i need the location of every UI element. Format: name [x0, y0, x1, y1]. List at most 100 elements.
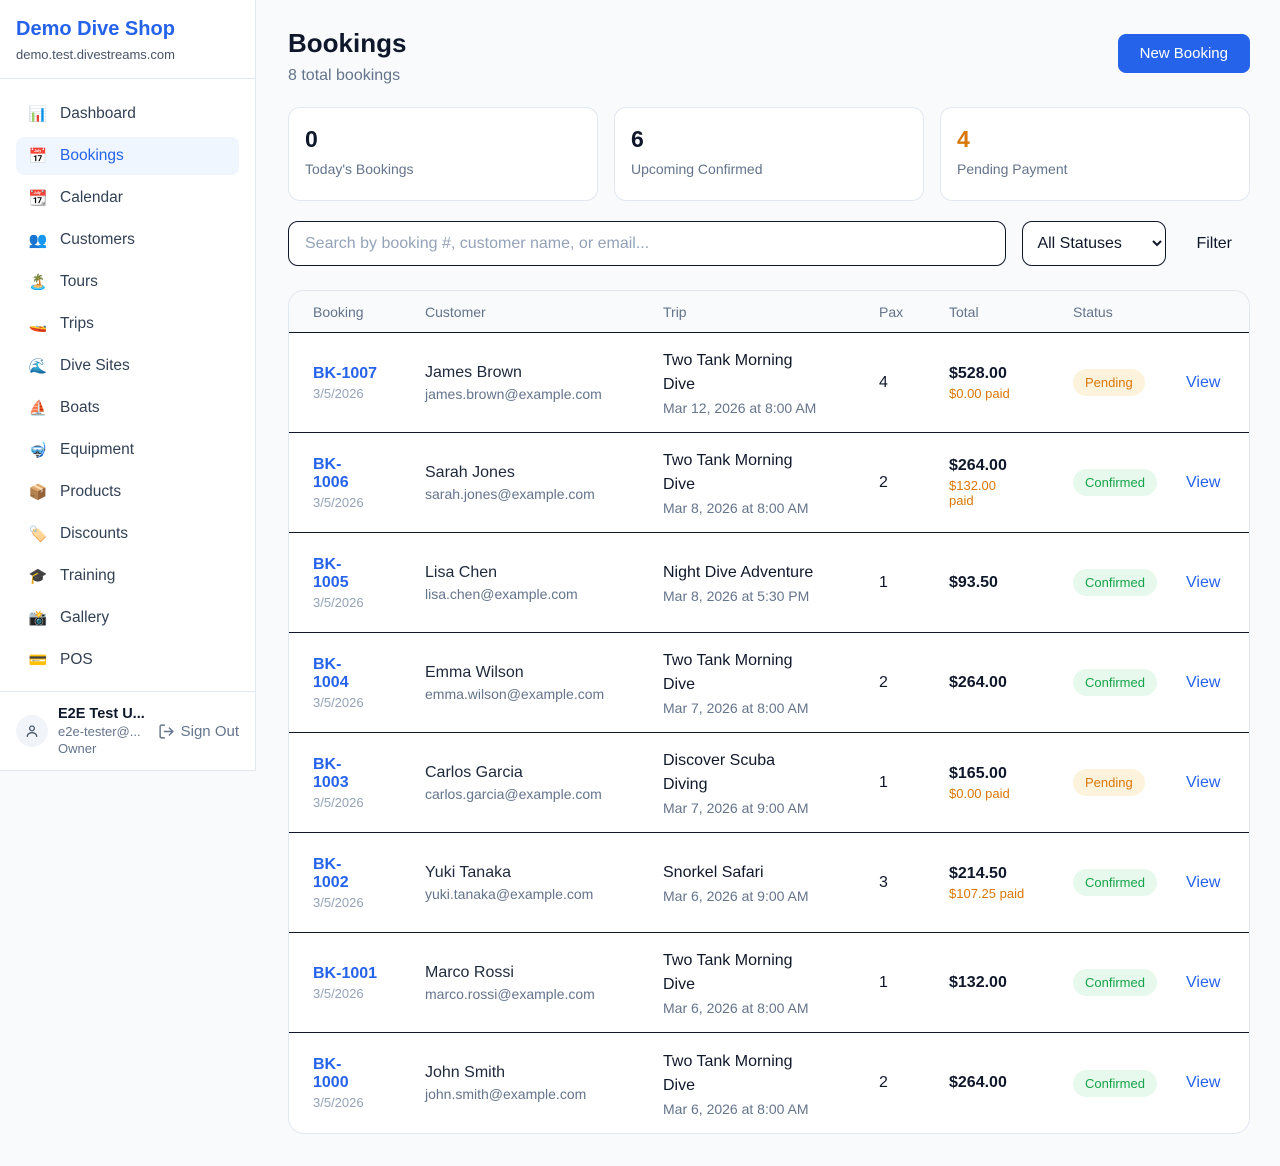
sidebar-item-gallery[interactable]: 📸 Gallery: [16, 599, 239, 637]
trip-name: Two Tank Morning Dive: [663, 449, 879, 497]
sidebar-item-label: Tours: [60, 273, 98, 291]
total-amount: $93.50: [949, 574, 1073, 592]
booking-number-link[interactable]: BK- 1004: [313, 656, 349, 692]
column-header-booking: Booking: [313, 304, 425, 320]
customer-email: emma.wilson@example.com: [425, 686, 663, 702]
bar-chart-icon: 📊: [28, 105, 48, 123]
trip-name: Snorkel Safari: [663, 861, 879, 885]
amount-paid: $0.00 paid: [949, 386, 1073, 401]
actions-cell: View: [1186, 474, 1225, 492]
customer-name: Marco Rossi: [425, 964, 663, 982]
status-cell: Pending: [1073, 769, 1186, 796]
sidebar-item-customers[interactable]: 👥 Customers: [16, 221, 239, 259]
actions-cell: View: [1186, 374, 1225, 392]
table-row: BK-1007 3/5/2026 James Brown james.brown…: [289, 333, 1249, 433]
column-header-pax: Pax: [879, 304, 949, 320]
sidebar-item-products[interactable]: 📦 Products: [16, 473, 239, 511]
customer-email: lisa.chen@example.com: [425, 586, 663, 602]
camera-icon: 📸: [28, 609, 48, 627]
total-cell: $165.00 $0.00 paid: [949, 765, 1073, 801]
table-row: BK- 1004 3/5/2026 Emma Wilson emma.wilso…: [289, 633, 1249, 733]
total-amount: $264.00: [949, 1074, 1073, 1092]
view-link[interactable]: View: [1186, 774, 1220, 791]
view-link[interactable]: View: [1186, 1074, 1220, 1091]
view-link[interactable]: View: [1186, 574, 1220, 591]
pax-value: 3: [879, 874, 949, 892]
page-header-text: Bookings 8 total bookings: [288, 28, 406, 85]
booking-cell: BK- 1005 3/5/2026: [313, 556, 425, 610]
trip-date: Mar 6, 2026 at 8:00 AM: [663, 1000, 879, 1016]
page-title: Bookings: [288, 28, 406, 59]
total-amount: $264.00: [949, 674, 1073, 692]
sidebar-item-label: Calendar: [60, 189, 123, 207]
customer-email: james.brown@example.com: [425, 386, 663, 402]
sidebar-item-discounts[interactable]: 🏷️ Discounts: [16, 515, 239, 553]
total-cell: $132.00: [949, 974, 1073, 992]
brand-name: Demo Dive Shop: [16, 18, 239, 41]
customer-name: Emma Wilson: [425, 664, 663, 682]
sidebar-item-calendar[interactable]: 📆 Calendar: [16, 179, 239, 217]
booking-number-link[interactable]: BK- 1002: [313, 856, 349, 892]
sidebar-item-pos[interactable]: 💳 POS: [16, 641, 239, 679]
brand-block: Demo Dive Shop demo.test.divestreams.com: [0, 0, 255, 79]
sidebar-item-tours[interactable]: 🏝️ Tours: [16, 263, 239, 301]
amount-paid: $132.00 paid: [949, 478, 1073, 508]
status-cell: Pending: [1073, 369, 1186, 396]
pax-value: 1: [879, 774, 949, 792]
filter-button[interactable]: Filter: [1196, 235, 1232, 253]
trip-name: Two Tank Morning Dive: [663, 649, 879, 697]
customer-name: James Brown: [425, 364, 663, 382]
status-badge: Confirmed: [1073, 669, 1157, 696]
customer-cell: Carlos Garcia carlos.garcia@example.com: [425, 764, 663, 802]
tag-icon: 🏷️: [28, 525, 48, 543]
customer-email: sarah.jones@example.com: [425, 486, 663, 502]
booking-number-link[interactable]: BK- 1003: [313, 756, 349, 792]
new-booking-button[interactable]: New Booking: [1118, 34, 1250, 73]
total-cell: $264.00 $132.00 paid: [949, 457, 1073, 508]
tear-off-calendar-icon: 📆: [28, 189, 48, 207]
view-link[interactable]: View: [1186, 474, 1220, 491]
search-input[interactable]: [288, 221, 1006, 266]
booking-number-link[interactable]: BK- 1000: [313, 1056, 349, 1092]
sidebar-item-boats[interactable]: ⛵ Boats: [16, 389, 239, 427]
booking-created-date: 3/5/2026: [313, 386, 425, 401]
sidebar-item-label: Discounts: [60, 525, 128, 543]
status-cell: Confirmed: [1073, 869, 1186, 896]
trip-name: Two Tank Morning Dive: [663, 949, 879, 997]
customer-cell: Emma Wilson emma.wilson@example.com: [425, 664, 663, 702]
booking-cell: BK- 1006 3/5/2026: [313, 456, 425, 510]
status-cell: Confirmed: [1073, 969, 1186, 996]
sidebar-item-equipment[interactable]: 🤿 Equipment: [16, 431, 239, 469]
view-link[interactable]: View: [1186, 374, 1220, 391]
table-row: BK- 1003 3/5/2026 Carlos Garcia carlos.g…: [289, 733, 1249, 833]
booking-number-link[interactable]: BK-1001: [313, 965, 377, 983]
view-link[interactable]: View: [1186, 974, 1220, 991]
status-cell: Confirmed: [1073, 1070, 1186, 1097]
booking-number-link[interactable]: BK- 1006: [313, 456, 349, 492]
actions-cell: View: [1186, 1074, 1225, 1092]
trip-cell: Night Dive Adventure Mar 8, 2026 at 5:30…: [663, 561, 879, 604]
status-select[interactable]: All Statuses: [1022, 221, 1166, 266]
sailboat-icon: ⛵: [28, 399, 48, 417]
sidebar-item-dive-sites[interactable]: 🌊 Dive Sites: [16, 347, 239, 385]
table-header-row: Booking Customer Trip Pax Total Status: [289, 291, 1249, 333]
actions-cell: View: [1186, 674, 1225, 692]
sidebar-item-label: Dive Sites: [60, 357, 130, 375]
trip-date: Mar 8, 2026 at 5:30 PM: [663, 588, 879, 604]
view-link[interactable]: View: [1186, 874, 1220, 891]
table-row: BK- 1002 3/5/2026 Yuki Tanaka yuki.tanak…: [289, 833, 1249, 933]
sidebar-item-dashboard[interactable]: 📊 Dashboard: [16, 95, 239, 133]
user-avatar: [16, 715, 48, 747]
booking-number-link[interactable]: BK-1007: [313, 365, 377, 383]
sidebar-item-trips[interactable]: 🚤 Trips: [16, 305, 239, 343]
booking-number-link[interactable]: BK- 1005: [313, 556, 349, 592]
booking-cell: BK- 1003 3/5/2026: [313, 756, 425, 810]
sidebar-item-bookings[interactable]: 📅 Bookings: [16, 137, 239, 175]
stats-row: 0 Today's Bookings 6 Upcoming Confirmed …: [288, 107, 1250, 201]
bookings-table: Booking Customer Trip Pax Total Status B…: [288, 290, 1250, 1134]
trip-cell: Two Tank Morning Dive Mar 8, 2026 at 8:0…: [663, 449, 879, 516]
sign-out-button[interactable]: Sign Out: [158, 723, 239, 740]
sidebar-item-training[interactable]: 🎓 Training: [16, 557, 239, 595]
total-cell: $93.50: [949, 574, 1073, 592]
view-link[interactable]: View: [1186, 674, 1220, 691]
